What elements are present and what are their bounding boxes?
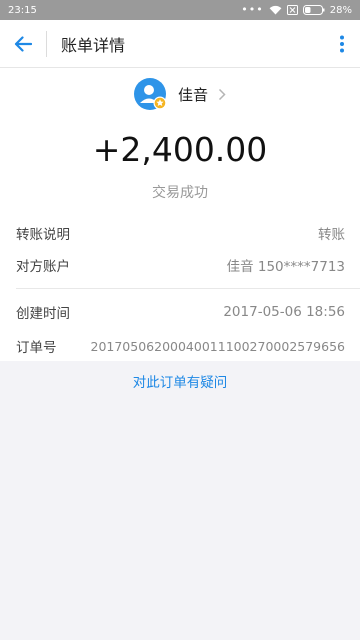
status-bar: 23:15 ••• 28%: [0, 0, 360, 20]
arrow-left-icon: [14, 35, 32, 52]
counterparty-row[interactable]: 佳音: [0, 78, 360, 110]
no-sim-icon: [286, 5, 298, 15]
transaction-status: 交易成功: [152, 185, 208, 201]
back-button[interactable]: [0, 20, 46, 68]
detail-row-order-number: 订单号 20170506200040011100270002579656: [16, 336, 346, 357]
battery-level: 28%: [329, 4, 352, 16]
app-bar: 账单详情: [0, 20, 360, 68]
detail-label: 创建时间: [16, 306, 70, 322]
detail-row-created-time: 创建时间 2017-05-06 18:56: [16, 302, 345, 322]
wifi-icon: [269, 5, 282, 15]
notification-dots: •••: [241, 3, 264, 16]
chevron-right-icon: [218, 88, 226, 100]
detail-label: 订单号: [16, 340, 57, 356]
transaction-amount: +2,400.00: [92, 130, 268, 169]
status-time: 23:15: [8, 4, 37, 16]
avatar: [133, 78, 167, 110]
status-indicators: ••• 28%: [241, 3, 352, 16]
battery-icon: [302, 5, 325, 15]
counterparty-name: 佳音: [177, 85, 208, 104]
detail-value: 20170506200040011100270002579656: [90, 338, 346, 354]
detail-value: 转账: [318, 227, 345, 243]
more-vertical-icon: [340, 35, 344, 52]
detail-value: 佳音 150****7713: [226, 259, 345, 275]
bill-detail-card: 佳音 +2,400.00 交易成功 转账说明 转账 对方账户 佳音 150***…: [0, 68, 360, 361]
detail-label: 对方账户: [16, 259, 70, 275]
detail-value: 2017-05-06 18:56: [223, 304, 345, 320]
order-question-link[interactable]: 对此订单有疑问: [0, 371, 360, 391]
section-divider: [16, 288, 360, 289]
detail-row-account: 对方账户 佳音 150****7713: [16, 255, 345, 275]
detail-row-note: 转账说明 转账: [16, 223, 345, 243]
page-title: 账单详情: [61, 35, 126, 55]
more-button[interactable]: [324, 20, 360, 68]
detail-label: 转账说明: [16, 227, 70, 243]
header-divider: [46, 30, 47, 57]
